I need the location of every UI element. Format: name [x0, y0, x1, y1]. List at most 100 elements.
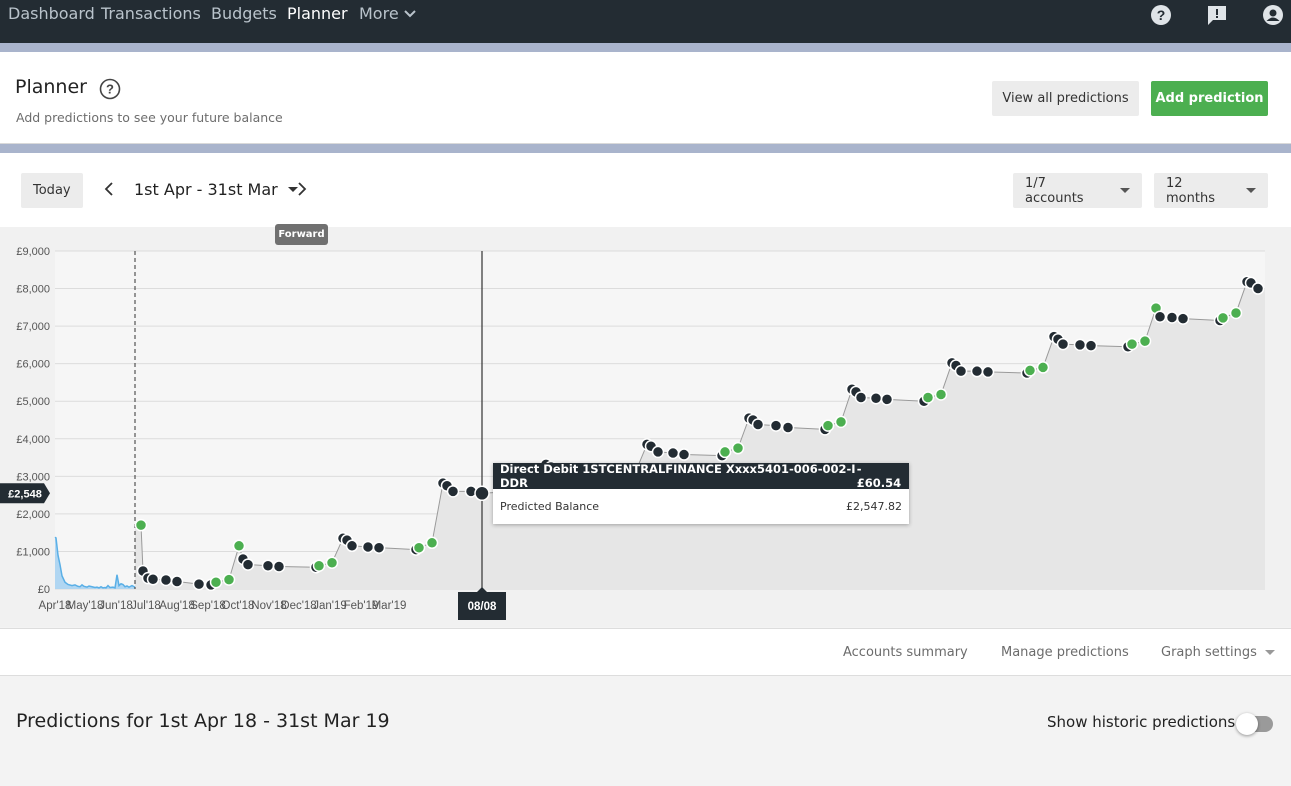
forward-tooltip: Forward	[275, 224, 328, 245]
date-range-label: 1st Apr - 31st Mar	[134, 180, 278, 199]
credit-point	[731, 441, 745, 455]
chevron-left-icon[interactable]	[99, 179, 119, 199]
debit-point	[1251, 282, 1265, 295]
debit-point	[1153, 310, 1167, 323]
y-tick-label: £0	[38, 584, 50, 596]
today-button[interactable]: Today	[21, 173, 83, 208]
debit-point	[880, 393, 894, 406]
tooltip-body: Predicted Balance £2,547.82	[493, 489, 909, 524]
account-icon[interactable]	[1263, 5, 1283, 25]
tooltip-value: £2,547.82	[846, 500, 902, 513]
x-tick-label: Jun'18	[99, 600, 133, 612]
predictions-title: Predictions for 1st Apr 18 - 31st Mar 19	[16, 710, 390, 732]
debit-point	[666, 446, 680, 460]
credit-point	[1036, 361, 1050, 374]
period-dropdown[interactable]: 12 months	[1154, 173, 1268, 208]
debit-point	[192, 577, 206, 591]
page-header: Planner ? Add predictions to see your fu…	[0, 52, 1291, 144]
credit-point	[134, 518, 148, 532]
debit-point	[1056, 337, 1070, 351]
y-tick-label: £4,000	[16, 434, 50, 446]
svg-text:?: ?	[106, 82, 114, 97]
caret-down-icon	[1246, 188, 1256, 193]
debit-point	[361, 540, 375, 554]
nav-planner[interactable]: Planner	[287, 4, 348, 23]
debit-point	[769, 419, 783, 432]
debit-point	[261, 559, 275, 572]
question-circle-icon[interactable]: ?	[99, 78, 121, 100]
top-navigation: Dashboard Transactions Budgets Planner M…	[0, 0, 1291, 43]
debit-point	[970, 364, 984, 378]
balance-chart-svg[interactable]: £0 £1,000 £2,000 £3,000 £4,000 £5,000 £6,000 £7…	[0, 227, 1291, 627]
credit-point	[312, 559, 326, 572]
caret-down-icon	[1264, 650, 1275, 655]
debit-point	[854, 391, 868, 404]
debit-point	[1084, 339, 1098, 352]
date-range-selector[interactable]: 1st Apr - 31st Mar	[134, 180, 298, 199]
add-prediction-button[interactable]: Add prediction	[1151, 81, 1268, 116]
nav-budgets[interactable]: Budgets	[211, 4, 277, 23]
svg-text:?: ?	[1157, 7, 1166, 23]
credit-point	[425, 536, 439, 550]
view-all-predictions-button[interactable]: View all predictions	[992, 81, 1139, 116]
credit-point	[325, 556, 339, 569]
debit-point	[1165, 311, 1179, 324]
y-tick-label: £5,000	[16, 396, 50, 408]
accounts-dropdown[interactable]: 1/7 accounts	[1013, 173, 1142, 208]
debit-point	[345, 539, 359, 553]
credit-point	[1138, 334, 1152, 348]
credit-point	[222, 573, 236, 586]
tooltip-title: Direct Debit 1STCENTRALFINANCE Xxxx5401-…	[500, 462, 856, 490]
cursor-date-label: 08/08	[468, 601, 497, 613]
help-icon[interactable]: ?	[1151, 5, 1171, 25]
balance-chart[interactable]: £0 £1,000 £2,000 £3,000 £4,000 £5,000 £6,000 £7…	[0, 227, 1291, 627]
debit-point	[869, 391, 883, 405]
debit-point	[751, 418, 765, 431]
credit-point	[834, 415, 848, 429]
y-tick-label: £1,000	[16, 546, 50, 558]
debit-point	[1176, 312, 1190, 325]
x-tick-label: Mar'19	[372, 600, 407, 612]
debit-point	[954, 364, 968, 378]
debit-point	[241, 558, 255, 571]
header-stripe	[0, 43, 1291, 52]
current-balance-label: £2,548	[8, 488, 42, 500]
x-tick-label: Oct'18	[222, 600, 255, 612]
credit-point	[232, 539, 246, 553]
credit-point	[412, 541, 426, 554]
graph-settings-dropdown[interactable]: Graph settings	[1161, 645, 1275, 660]
credit-point	[718, 445, 732, 459]
chevron-down-icon	[403, 9, 416, 17]
x-tick-label: Dec'18	[281, 600, 316, 612]
y-tick-label: £9,000	[16, 246, 50, 258]
debit-point	[159, 573, 173, 587]
debit-point	[170, 575, 184, 588]
debit-point	[677, 448, 691, 461]
debit-point	[372, 541, 386, 554]
nav-transactions[interactable]: Transactions	[101, 4, 201, 23]
credit-point	[921, 391, 935, 404]
accounts-dropdown-label: 1/7 accounts	[1025, 175, 1084, 206]
debit-point	[272, 560, 286, 573]
nav-dashboard[interactable]: Dashboard	[8, 4, 95, 23]
tooltip-amount: -£60.54	[856, 462, 902, 490]
credit-point	[1125, 337, 1139, 351]
nav-more[interactable]: More	[359, 4, 417, 23]
feedback-icon[interactable]	[1207, 5, 1227, 25]
toggle-knob[interactable]	[1236, 713, 1258, 735]
period-dropdown-label: 12 months	[1166, 175, 1215, 206]
manage-predictions-link[interactable]: Manage predictions	[1001, 645, 1129, 660]
historic-predictions-toggle[interactable]	[1236, 713, 1273, 735]
tooltip-label: Predicted Balance	[500, 500, 600, 513]
debit-point	[446, 485, 460, 498]
graph-settings-label: Graph settings	[1161, 645, 1257, 660]
x-tick-label: May'18	[67, 600, 104, 612]
chevron-right-icon[interactable]	[292, 179, 312, 199]
y-tick-label: £6,000	[16, 359, 50, 371]
nav-more-label: More	[359, 4, 399, 23]
caret-down-icon	[1120, 188, 1130, 193]
debit-point	[981, 365, 995, 379]
credit-point	[1216, 311, 1230, 325]
accounts-summary-link[interactable]: Accounts summary	[843, 645, 968, 660]
controls-stripe	[0, 144, 1291, 153]
